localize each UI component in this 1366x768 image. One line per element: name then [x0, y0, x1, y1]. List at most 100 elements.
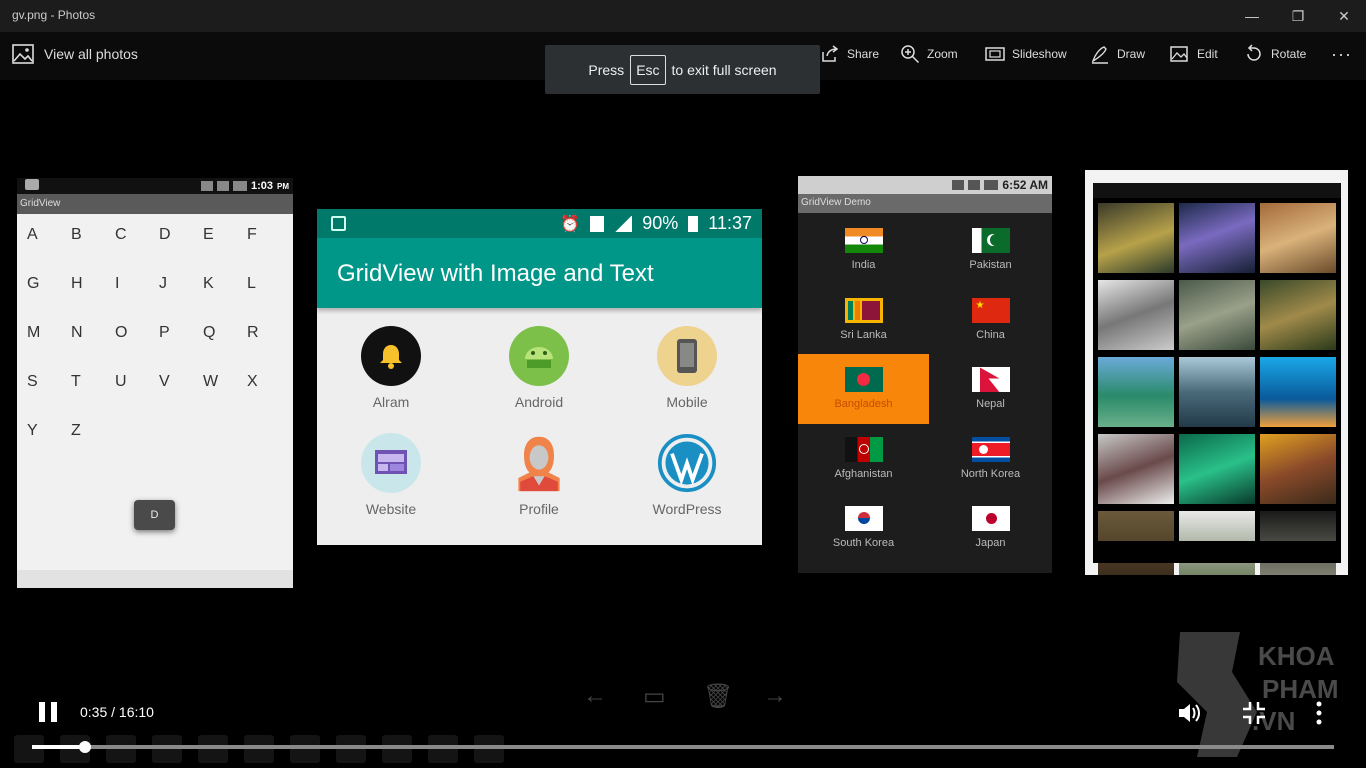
pause-button[interactable]: [39, 702, 57, 722]
grid-item[interactable]: WordPress: [613, 433, 761, 540]
photo-thumbnail[interactable]: [1098, 434, 1174, 504]
battery-icon: [688, 215, 699, 232]
grid-item[interactable]: Alram: [317, 326, 465, 433]
share-label: Share: [847, 47, 880, 61]
app-title: GridView: [17, 194, 293, 214]
letter-item[interactable]: O: [115, 324, 159, 373]
sim-icon: [590, 215, 605, 232]
letter-item[interactable]: M: [27, 324, 71, 373]
maximize-button[interactable]: ❐: [1275, 0, 1321, 32]
seek-bar[interactable]: [32, 741, 1334, 753]
photo-thumbnail[interactable]: [1260, 434, 1336, 504]
view-all-photos-button[interactable]: View all photos: [12, 44, 138, 64]
letter-item[interactable]: V: [159, 373, 203, 422]
india-flag-icon: [844, 228, 883, 254]
share-button[interactable]: Share: [820, 44, 879, 64]
letter-item[interactable]: T: [71, 373, 115, 422]
rotate-icon: [1247, 44, 1261, 61]
draw-icon: [1091, 46, 1108, 64]
country-item[interactable]: India: [798, 215, 929, 285]
letter-item[interactable]: G: [27, 275, 71, 324]
letter-item[interactable]: P: [159, 324, 203, 373]
letter-item[interactable]: Q: [203, 324, 247, 373]
letter-item[interactable]: C: [115, 226, 159, 275]
grid-item-label: Alram: [372, 394, 410, 410]
photos-icon: [12, 44, 34, 64]
edit-button[interactable]: Edit: [1170, 44, 1218, 64]
letter-item[interactable]: I: [115, 275, 159, 324]
website-icon: [361, 433, 421, 493]
grid-item[interactable]: Website: [317, 433, 465, 540]
country-item[interactable]: North Korea: [929, 424, 1052, 494]
volume-icon[interactable]: [1176, 700, 1202, 726]
letter-item[interactable]: U: [115, 373, 159, 422]
draw-button[interactable]: Draw: [1090, 44, 1145, 64]
status-bar: [1093, 183, 1341, 198]
minimize-button[interactable]: —: [1229, 0, 1275, 32]
edit-icon: [1170, 46, 1188, 62]
letter-item[interactable]: K: [203, 275, 247, 324]
letter-item[interactable]: B: [71, 226, 115, 275]
photo-thumbnail[interactable]: [1179, 357, 1255, 427]
zoom-button[interactable]: Zoom: [900, 44, 958, 64]
wordpress-icon: [657, 433, 717, 493]
photo-thumbnail[interactable]: [1179, 434, 1255, 504]
letter-item[interactable]: Z: [71, 422, 115, 471]
image-text-gridview-screenshot: ⏰ 90% 11:37 GridView with Image and Text…: [317, 209, 762, 545]
exit-fullscreen-icon[interactable]: [1241, 700, 1267, 726]
photo-gridview-screenshot: [1085, 170, 1348, 575]
country-item[interactable]: Afghanistan: [798, 424, 929, 494]
letter-item[interactable]: D: [159, 226, 203, 275]
rotate-button[interactable]: Rotate: [1244, 44, 1306, 64]
grid-item[interactable]: Mobile: [613, 326, 761, 433]
letter-item[interactable]: J: [159, 275, 203, 324]
app-toolbar-title: GridView with Image and Text: [317, 238, 762, 308]
status-time-suffix: PM: [277, 181, 289, 191]
more-vert-icon[interactable]: [1306, 700, 1332, 726]
country-item[interactable]: Nepal: [929, 354, 1052, 424]
photo-thumbnail[interactable]: [1179, 203, 1255, 273]
photo-thumbnail[interactable]: [1098, 203, 1174, 273]
letter-item[interactable]: F: [247, 226, 291, 275]
grid-item-label: WordPress: [652, 501, 722, 517]
video-controls: 0:35 / 16:10: [0, 690, 1366, 768]
photo-thumbnail[interactable]: [1098, 357, 1174, 427]
letter-item[interactable]: N: [71, 324, 115, 373]
photo-thumbnail[interactable]: [1260, 357, 1336, 427]
grid-item[interactable]: Profile: [465, 433, 613, 540]
letter-item[interactable]: L: [247, 275, 291, 324]
pakistan-flag-icon: [971, 228, 1010, 254]
android-nav-bar: [1093, 541, 1341, 563]
photo-thumbnail[interactable]: [1260, 203, 1336, 273]
letter-item[interactable]: W: [203, 373, 247, 422]
status-bar: ⏰ 90% 11:37: [317, 209, 762, 238]
letter-item[interactable]: E: [203, 226, 247, 275]
grid-item[interactable]: Android: [465, 326, 613, 433]
letter-item[interactable]: A: [27, 226, 71, 275]
more-options-button[interactable]: ···: [1331, 44, 1352, 65]
photo-thumbnail[interactable]: [1179, 280, 1255, 350]
view-all-photos-label: View all photos: [44, 46, 138, 62]
sim-icon: [952, 180, 965, 190]
letter-item[interactable]: X: [247, 373, 291, 422]
status-time: 6:52 AM: [1002, 178, 1048, 192]
photo-thumbnail[interactable]: [1098, 280, 1174, 350]
photo-thumbnail[interactable]: [1260, 280, 1336, 350]
letter-item[interactable]: H: [71, 275, 115, 324]
close-button[interactable]: ✕: [1321, 0, 1366, 32]
country-item-selected[interactable]: Bangladesh: [798, 354, 929, 424]
window-titlebar: gv.png - Photos — ❐ ✕: [0, 0, 1366, 32]
letter-item[interactable]: Y: [27, 422, 71, 471]
country-item[interactable]: ★ China: [929, 285, 1052, 355]
letter-gridview-screenshot: 1:03 PM GridView ABCDEFGHIJKLMNOPQRSTUVW…: [17, 178, 293, 588]
country-item[interactable]: Pakistan: [929, 215, 1052, 285]
country-item[interactable]: Sri Lanka: [798, 285, 929, 355]
slideshow-button[interactable]: Slideshow: [985, 44, 1067, 64]
flags-gridview-screenshot: 6:52 AM GridView Demo India Pakistan Sri…: [798, 176, 1052, 573]
country-item[interactable]: South Korea: [798, 493, 929, 563]
photo-grid: [1098, 203, 1338, 575]
letter-item[interactable]: R: [247, 324, 291, 373]
country-item[interactable]: Japan: [929, 493, 1052, 563]
seek-thumb[interactable]: [79, 741, 92, 753]
letter-item[interactable]: S: [27, 373, 71, 422]
